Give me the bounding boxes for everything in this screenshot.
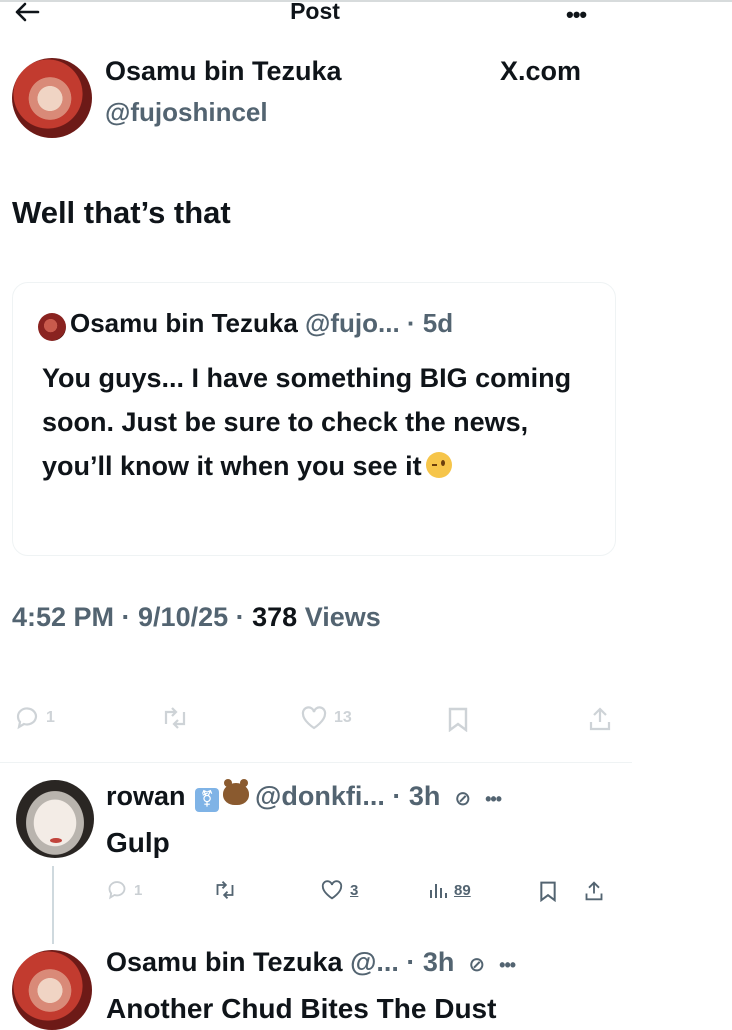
like-button[interactable]: 3 (320, 880, 358, 900)
grok-icon[interactable]: ⊘ (454, 786, 471, 811)
trans-symbol-icon: ⚧ (195, 788, 220, 812)
share-button[interactable] (584, 880, 604, 902)
reply-action-row: 1 3 89 (106, 880, 626, 914)
like-icon (321, 880, 343, 900)
post-action-row: 1 13 (0, 706, 640, 750)
post-timestamp: 4:52 PM · 9/10/25 · 378 Views (12, 602, 381, 633)
grok-icon[interactable]: ⊘ (468, 952, 485, 977)
like-icon (301, 706, 327, 730)
views-icon (430, 884, 447, 898)
quote-text-block: You guys... I have something BIG coming … (42, 356, 602, 488)
author-name[interactable]: Osamu bin Tezuka (105, 56, 342, 87)
page-title: Post (290, 0, 340, 24)
post-text: Well that’s that (12, 195, 231, 230)
avatar[interactable] (12, 58, 92, 138)
reply-text: Gulp (106, 827, 170, 858)
quote-handle-time: @fujo... · 5d (305, 308, 454, 338)
like-count: 3 (350, 881, 359, 899)
repost-icon (216, 881, 234, 899)
site-label: X.com (500, 56, 582, 86)
views-button[interactable]: 89 (428, 880, 471, 900)
timestamp-text: 4:52 PM · 9/10/25 · (12, 602, 253, 632)
reply-header: rowan ⚧ @donkfi... · 3h ⊘ ••• (106, 779, 502, 812)
reply-author-name[interactable]: Osamu bin Tezuka (106, 947, 350, 977)
reply-avatar[interactable] (16, 780, 94, 858)
more-icon[interactable]: ••• (499, 955, 516, 976)
reply-icon (108, 881, 126, 900)
repost-icon (164, 707, 186, 729)
divider (0, 762, 632, 763)
bookmark-button[interactable] (538, 880, 558, 902)
reply-icon (16, 707, 38, 730)
share-button[interactable] (588, 706, 612, 732)
reply-count: 1 (46, 709, 55, 726)
reply-avatar[interactable] (12, 950, 92, 1030)
reply-handle-time: @... · 3h (350, 947, 455, 977)
share-icon (589, 707, 611, 731)
share-icon (585, 881, 603, 901)
like-count: 13 (334, 709, 352, 726)
bookmark-icon (540, 881, 556, 902)
wink-emoji-icon (425, 452, 452, 478)
quote-header: Osamu bin Tezuka @fujo... · 5d (70, 308, 453, 339)
reply-text: Another Chud Bites The Dust (106, 993, 497, 1024)
bookmark-button[interactable] (446, 706, 470, 732)
reply-count: 1 (134, 881, 143, 899)
reply-author-name[interactable]: rowan (106, 781, 193, 811)
quote-text: You guys... I have something BIG coming … (42, 363, 572, 481)
reply-header: Osamu bin Tezuka @... · 3h ⊘ ••• (106, 947, 516, 978)
author-handle[interactable]: @fujoshincel (105, 97, 268, 128)
reply-button[interactable]: 1 (106, 880, 142, 900)
quote-avatar (38, 313, 66, 341)
repost-button[interactable] (160, 706, 190, 730)
bear-icon (223, 779, 250, 805)
quote-author-name: Osamu bin Tezuka (70, 308, 306, 338)
more-icon[interactable]: ••• (485, 789, 502, 810)
views-count: 378 (252, 602, 298, 632)
views-label: Views (297, 602, 381, 632)
reply-handle-time: @donkfi... · 3h (255, 781, 441, 811)
bookmark-icon (448, 707, 468, 732)
like-button[interactable]: 13 (300, 706, 352, 730)
more-icon[interactable]: ••• (566, 2, 587, 28)
reply-button[interactable]: 1 (14, 706, 55, 730)
repost-button[interactable] (212, 880, 238, 900)
views-count: 89 (454, 881, 471, 899)
thread-line (52, 866, 54, 944)
